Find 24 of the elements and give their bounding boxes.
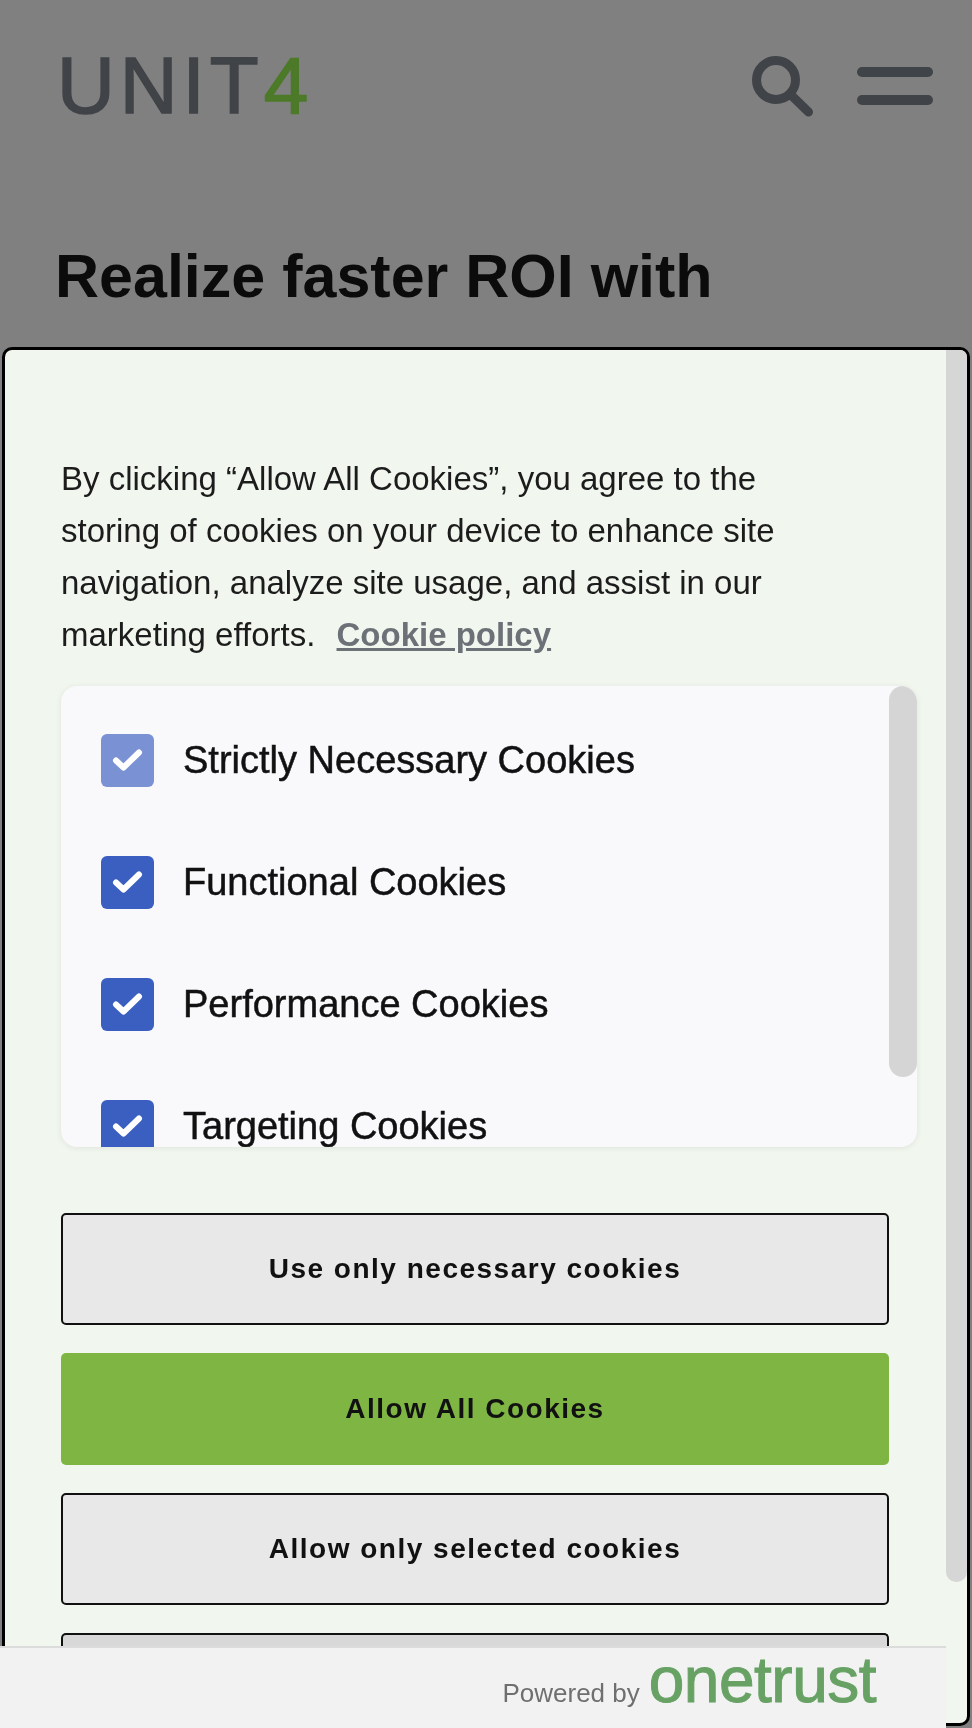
cookie-policy-link[interactable]: Cookie policy [336, 616, 552, 653]
checkbox[interactable] [101, 977, 154, 1031]
checkbox[interactable] [101, 855, 154, 909]
page-heading: Realize faster ROI with [55, 242, 714, 310]
scrollbar-thumb[interactable] [946, 350, 967, 1582]
brand-logo: onetrust [648, 1648, 876, 1712]
checkbox[interactable] [101, 1099, 154, 1147]
allow-selected-button[interactable]: Allow only selected cookies [61, 1493, 889, 1605]
partial-button[interactable] [61, 1633, 889, 1646]
checkmark-icon [112, 870, 143, 894]
category-label: Performance Cookies [183, 985, 549, 1023]
allow-all-button[interactable]: Allow All Cookies [61, 1353, 889, 1465]
consent-text: By clicking “Allow All Cookies”, you agree to the storing of cookies on your device to enhance site navigation, analyze site usage, and assist in our marketing efforts. Cookie policy [61, 459, 776, 655]
category-label: Functional Cookies [183, 863, 507, 901]
powered-by-label: Powered by [502, 1678, 640, 1708]
category-label: Strictly Necessary Cookies [183, 741, 635, 779]
necessary-only-button[interactable]: Use only necessary cookies [61, 1213, 889, 1325]
checkmark-icon [112, 748, 143, 772]
category-label: Targeting Cookies [183, 1107, 488, 1145]
checkmark-icon [112, 1114, 143, 1138]
checkmark-icon [112, 992, 143, 1016]
menu-icon[interactable] [857, 67, 933, 105]
search-icon[interactable] [752, 55, 814, 117]
scrollbar-thumb[interactable] [889, 686, 917, 1077]
